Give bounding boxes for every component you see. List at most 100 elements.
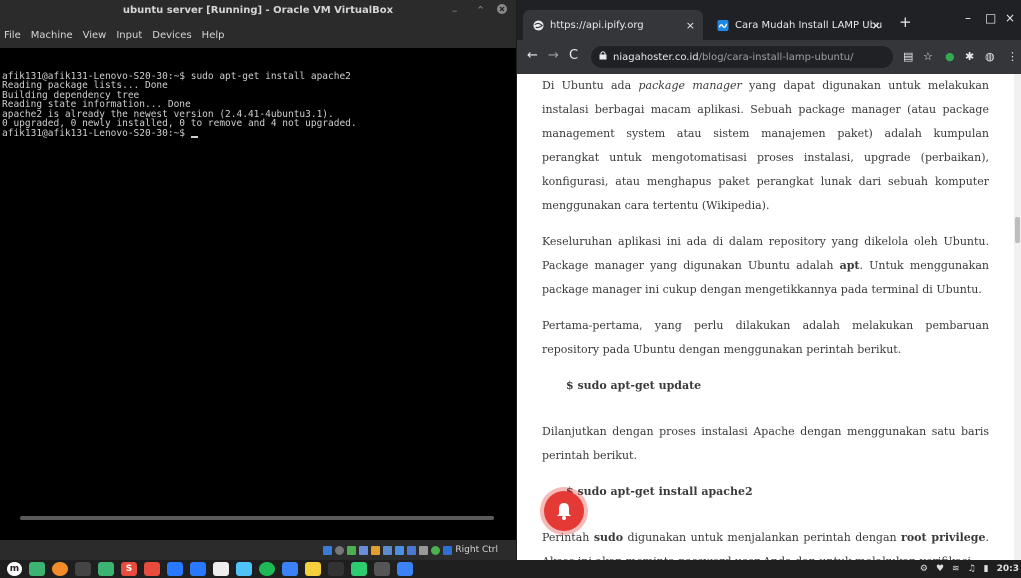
tab-close-icon[interactable]: ×: [872, 19, 881, 32]
guest-additions-icon[interactable]: [431, 545, 441, 555]
terminal-launcher-icon[interactable]: [75, 562, 91, 576]
app-grid-icon[interactable]: [144, 562, 160, 576]
display-icon[interactable]: [395, 545, 405, 555]
command-snippet: $ sudo apt-get update: [566, 379, 702, 392]
minimize-icon[interactable]: –: [452, 0, 458, 22]
article-paragraph: Keseluruhan aplikasi ini ada di dalam re…: [542, 230, 989, 302]
browser-toolbar: ← → C niagahoster.co.id/blog/cara-instal…: [517, 40, 1021, 74]
bell-icon: [557, 503, 571, 520]
text-bold: sudo: [593, 531, 624, 544]
tab-lamp-article[interactable]: Cara Mudah Install LAMP Ubu ×: [707, 10, 889, 40]
bookmark-star-icon[interactable]: ☆: [923, 50, 933, 63]
chat-app-icon[interactable]: [190, 562, 206, 576]
tab-close-icon[interactable]: ×: [686, 19, 695, 32]
recording-icon[interactable]: [407, 545, 417, 555]
system-monitor-icon[interactable]: [351, 562, 367, 576]
command-snippet: $ sudo apt-get install apache2: [566, 485, 753, 498]
tab-ipify[interactable]: https://api.ipify.org ×: [523, 10, 703, 40]
optical-drive-icon[interactable]: [335, 545, 345, 555]
back-icon[interactable]: ←: [527, 48, 538, 63]
profile-avatar-icon[interactable]: ◍: [985, 50, 995, 63]
maximize-icon[interactable]: □: [985, 11, 996, 25]
network-icon[interactable]: [359, 545, 369, 555]
virtualbox-statusbar: Right Ctrl: [0, 540, 516, 560]
article-paragraph: Pertama-pertama, yang perlu dilakukan ad…: [542, 319, 989, 356]
hard-disk-icon[interactable]: [323, 545, 333, 555]
menu-machine[interactable]: Machine: [31, 30, 73, 41]
article-paragraph: Perintah sudo digunakan untuk menjalanka…: [542, 526, 989, 560]
app-launcher-icon[interactable]: [213, 562, 229, 576]
menu-devices[interactable]: Devices: [152, 30, 191, 41]
audio-icon[interactable]: [347, 545, 357, 555]
notification-bell-button[interactable]: [544, 491, 584, 531]
firefox-icon[interactable]: [52, 562, 68, 576]
volume-icon[interactable]: ♫: [968, 564, 976, 574]
system-tray: ⚙ ♥ ≋ ♫ ▮ 20:3: [920, 560, 1021, 578]
show-desktop-icon[interactable]: [29, 562, 45, 576]
vertical-scrollbar[interactable]: [1014, 74, 1021, 560]
virtualbox-menubar: File Machine View Input Devices Help: [0, 22, 516, 48]
close-icon[interactable]: ×: [1005, 11, 1015, 25]
terminal-prompt: afik131@afik131-Lenovo-S20-30:~$: [2, 127, 191, 139]
new-tab-icon[interactable]: +: [899, 13, 912, 31]
usb-icon[interactable]: [371, 545, 381, 555]
tab-strip: https://api.ipify.org × Cara Mudah Insta…: [517, 0, 1021, 40]
article-paragraph: Dilanjutkan dengan proses instalasi Apac…: [542, 425, 989, 462]
sublime-icon[interactable]: S: [121, 562, 137, 576]
shield-icon[interactable]: ♥: [936, 564, 944, 574]
cpu-icon[interactable]: [419, 545, 429, 555]
lock-icon: [599, 51, 607, 60]
notes-icon[interactable]: [305, 562, 321, 576]
reload-icon[interactable]: C: [569, 48, 578, 63]
text-run: digunakan untuk menjalankan perintah den…: [623, 531, 902, 544]
terminal-task-icon[interactable]: [328, 562, 344, 576]
tab-label: https://api.ipify.org: [550, 19, 644, 31]
taskbar: m S ⚙ ♥ ≋ ♫ ▮ 20:3: [0, 560, 1021, 578]
maximize-icon[interactable]: ⌃: [476, 0, 485, 22]
address-bar[interactable]: niagahoster.co.id/blog/cara-install-lamp…: [591, 46, 893, 68]
text-run: Perintah: [542, 531, 594, 544]
virtualbox-task-icon[interactable]: [282, 562, 298, 576]
battery-icon[interactable]: ▮: [984, 564, 989, 574]
niagahoster-favicon-icon: [717, 19, 729, 31]
browser-window: https://api.ipify.org × Cara Mudah Insta…: [517, 0, 1021, 560]
forward-icon[interactable]: →: [548, 48, 559, 63]
files-icon[interactable]: [98, 562, 114, 576]
media-player-icon[interactable]: [397, 562, 413, 576]
chrome-icon[interactable]: [236, 562, 252, 576]
terminal-cursor: [190, 130, 198, 138]
settings-gear-icon[interactable]: [374, 562, 390, 576]
scrollbar-thumb[interactable]: [1015, 217, 1020, 243]
grammarly-extension-icon[interactable]: ●: [945, 50, 955, 63]
virtualbox-title: ubuntu server [Running] - Oracle VM Virt…: [122, 5, 394, 16]
vscode-icon[interactable]: [167, 562, 183, 576]
menu-kebab-icon[interactable]: ⋮: [1007, 50, 1018, 63]
tab-label: Cara Mudah Install LAMP Ubu: [735, 19, 883, 31]
terminal-output[interactable]: afik131@afik131-Lenovo-S20-30:~$ sudo ap…: [0, 62, 516, 157]
menu-file[interactable]: File: [4, 30, 21, 41]
text-bold: apt: [839, 259, 860, 272]
menu-view[interactable]: View: [83, 30, 107, 41]
minimize-icon[interactable]: –: [965, 11, 971, 25]
start-menu-icon[interactable]: m: [7, 562, 22, 576]
mouse-integration-icon[interactable]: [443, 545, 453, 555]
article-paragraph: Di Ubuntu ada package manager yang dapat…: [542, 74, 989, 218]
globe-icon: [533, 19, 544, 31]
shared-folders-icon[interactable]: [383, 545, 393, 555]
spotify-icon[interactable]: [259, 562, 275, 576]
extensions-puzzle-icon[interactable]: ✱: [965, 50, 974, 63]
settings-tray-icon[interactable]: ⚙: [920, 564, 928, 574]
translate-icon[interactable]: ▤: [903, 50, 913, 63]
horizontal-scrollbar[interactable]: [20, 516, 494, 520]
desktop: ubuntu server [Running] - Oracle VM Virt…: [0, 0, 1021, 578]
terminal-prompt-line: afik131@afik131-Lenovo-S20-30:~$: [2, 127, 516, 139]
virtualbox-window: ubuntu server [Running] - Oracle VM Virt…: [0, 0, 516, 560]
close-icon[interactable]: [497, 0, 507, 22]
clock[interactable]: 20:3: [997, 564, 1019, 574]
menu-help[interactable]: Help: [202, 30, 225, 41]
menu-input[interactable]: Input: [116, 30, 142, 41]
url-path: /blog/cara-install-lamp-ubuntu/: [698, 51, 854, 63]
text-run: yang dapat digunakan untuk melakukan ins…: [542, 79, 989, 212]
text-emphasis: package manager: [638, 79, 742, 92]
wifi-icon[interactable]: ≋: [952, 564, 960, 574]
